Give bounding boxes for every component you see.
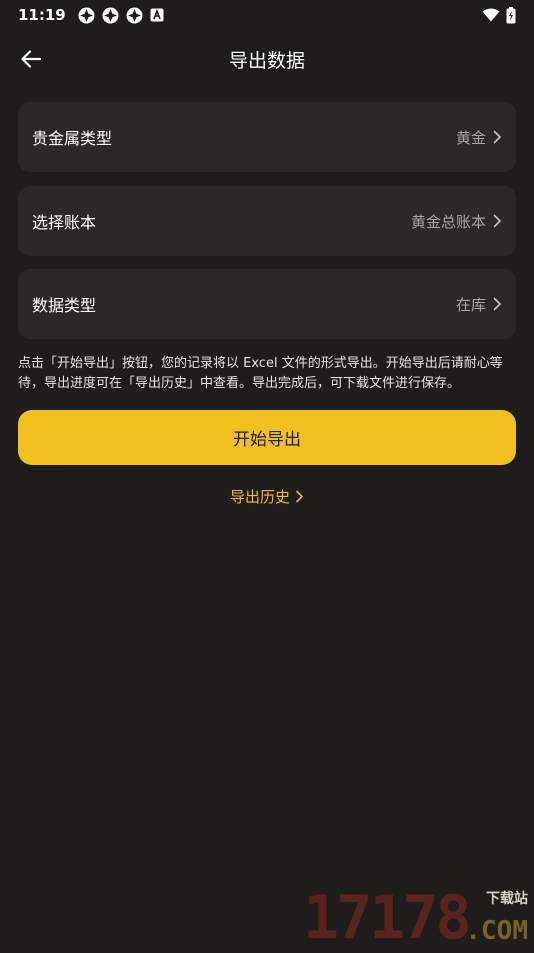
battery-icon [506,6,516,23]
data-type-label: 数据类型 [32,296,97,315]
chevron-right-icon [493,130,502,144]
app-header: 导出数据 [0,34,534,84]
keyboard-a-icon [150,8,164,22]
app-notification-icon [126,7,143,23]
export-description: 点击「开始导出」按钮，您的记录将以 Excel 文件的形式导出。开始导出后请耐心… [18,356,503,391]
export-history-link[interactable]: 导出历史 [0,485,534,507]
page-title: 导出数据 [228,49,305,72]
status-notification-icons [78,7,164,24]
arrow-left-icon [21,50,41,68]
status-system-icons [482,6,516,24]
watermark-logo: 17178 下载站 .COM [303,886,528,948]
metal-type-value-group: 黄金 [456,127,502,148]
chevron-right-icon [296,490,304,502]
watermark-digits: 17178 [303,883,472,953]
start-export-button[interactable]: 开始导出 [18,410,516,465]
metal-type-label: 贵金属类型 [32,129,113,148]
app-notification-icon [102,7,119,23]
ledger-value-group: 黄金总账本 [411,211,502,232]
export-history-label: 导出历史 [229,487,290,506]
watermark-domain: .COM [465,916,528,946]
data-type-value-group: 在库 [456,294,502,315]
ledger-value: 黄金总账本 [410,212,486,231]
chevron-right-icon [493,297,502,311]
data-type-value: 在库 [455,295,486,314]
metal-type-value: 黄金 [455,128,486,147]
status-bar: 11:19 [0,0,534,30]
status-time: 11:19 [18,6,66,24]
app-notification-icon [78,7,95,23]
ledger-label: 选择账本 [32,213,97,232]
back-button[interactable] [18,46,44,72]
chevron-right-icon [493,214,502,228]
watermark-site: 下载站 [486,891,528,907]
data-type-selector[interactable]: 数据类型 在库 [18,269,516,339]
wifi-icon [482,8,500,22]
metal-type-selector[interactable]: 贵金属类型 黄金 [18,102,516,172]
ledger-selector[interactable]: 选择账本 黄金总账本 [18,186,516,256]
